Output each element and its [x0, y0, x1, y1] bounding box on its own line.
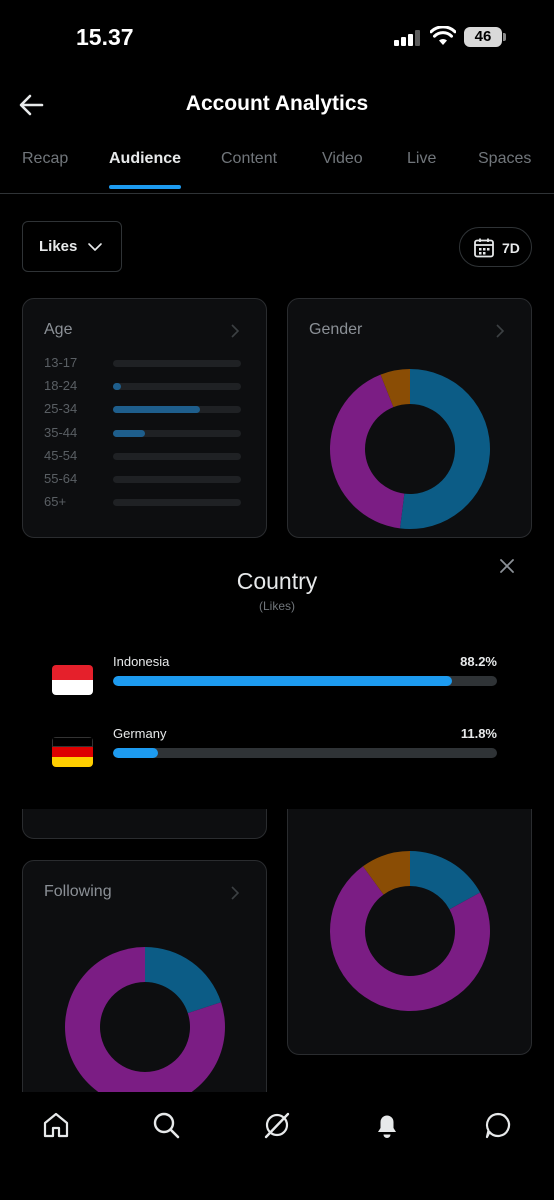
country-row-germany: Germany 11.8% — [0, 726, 554, 786]
age-row: 55-64 — [44, 469, 244, 489]
status-bar: 15.37 46 — [0, 0, 554, 70]
following-card[interactable]: Following — [22, 860, 267, 1120]
country-name: Indonesia — [113, 654, 170, 669]
battery-icon: 46 — [464, 27, 506, 47]
country-row-indonesia: Indonesia 88.2% — [0, 654, 554, 714]
age-bar-track — [113, 383, 241, 391]
age-row-label: 18-24 — [44, 378, 78, 394]
chevron-right-icon — [496, 324, 505, 338]
right-donut-chart — [330, 851, 490, 1011]
age-bar-track — [113, 476, 241, 483]
country-sheet-subtitle: (Likes) — [258, 599, 295, 613]
cellular-signal-icon — [394, 30, 422, 46]
date-range-button[interactable]: 7D — [459, 227, 532, 267]
country-bar-track — [113, 676, 497, 686]
chevron-down-icon — [88, 243, 102, 251]
messages-icon[interactable] — [483, 1110, 513, 1140]
chevron-right-icon — [231, 324, 240, 338]
tab-bar: Recap Audience Content Video Live Spaces — [0, 140, 554, 194]
age-bar-track — [113, 406, 241, 414]
age-row: 13-17 — [44, 353, 244, 373]
age-bar-fill — [113, 383, 121, 391]
metric-dropdown[interactable]: Likes — [22, 221, 122, 272]
metric-dropdown-label: Likes — [39, 238, 78, 255]
tab-content[interactable]: Content — [221, 150, 277, 168]
following-card-title: Following — [44, 883, 112, 900]
tab-live[interactable]: Live — [407, 150, 436, 168]
country-sheet-title: Country — [236, 568, 318, 594]
country-name: Germany — [113, 726, 167, 741]
date-range-label: 7D — [502, 240, 520, 256]
country-percent: 11.8% — [460, 726, 497, 741]
age-row: 45-54 — [44, 446, 244, 466]
age-card-title: Age — [44, 321, 73, 338]
age-bar-track — [113, 360, 241, 367]
gender-donut-chart — [330, 369, 490, 529]
age-bar-track — [113, 452, 241, 460]
status-time: 15.37 — [76, 24, 134, 50]
age-row-label: 35-44 — [44, 424, 78, 440]
age-row-label: 45-54 — [44, 447, 78, 463]
country-percent: 88.2% — [460, 654, 497, 669]
following-donut-chart — [64, 947, 225, 1107]
grok-icon[interactable] — [262, 1110, 292, 1140]
notifications-icon[interactable] — [372, 1110, 402, 1140]
age-row: 18-24 — [44, 376, 244, 396]
chevron-right-icon — [231, 886, 240, 900]
wifi-icon — [430, 26, 456, 45]
battery-level: 46 — [474, 28, 492, 45]
age-bar-track — [113, 429, 241, 437]
age-row: 35-44 — [44, 423, 244, 443]
age-row-label: 25-34 — [44, 401, 78, 417]
age-row-label: 65+ — [44, 494, 67, 510]
age-bar-fill — [113, 406, 201, 414]
bottom-nav — [0, 1092, 554, 1200]
country-sheet: Country (Likes) Indonesia 88.2% Germany … — [0, 538, 554, 809]
age-bar-fill — [113, 429, 145, 437]
close-icon[interactable] — [497, 556, 517, 576]
age-card[interactable]: Age 13-17 18-24 25-34 35-44 45-54 55-64 65+ — [22, 298, 267, 538]
tab-recap[interactable]: Recap — [22, 150, 68, 168]
page-title: Account Analytics — [185, 92, 369, 115]
following-slice — [145, 947, 222, 1014]
search-icon[interactable] — [151, 1110, 181, 1140]
gender-card[interactable]: Gender — [287, 298, 532, 538]
age-row-label: 55-64 — [44, 471, 78, 486]
country-bar-fill — [113, 748, 159, 758]
age-row: 65+ — [44, 492, 244, 512]
age-row: 25-34 — [44, 399, 244, 419]
tab-spaces[interactable]: Spaces — [478, 150, 531, 168]
age-row-label: 13-17 — [44, 355, 78, 370]
tab-audience[interactable]: Audience — [109, 150, 181, 168]
gender-slice — [399, 369, 490, 529]
calendar-icon — [474, 238, 494, 258]
country-bar-track — [113, 748, 497, 758]
header: Account Analytics — [0, 78, 554, 132]
country-bar-fill — [113, 676, 452, 686]
active-tab-indicator — [109, 185, 181, 189]
indonesia-flag-icon — [52, 665, 93, 695]
age-bar-track — [113, 499, 241, 507]
germany-flag-icon — [52, 737, 93, 767]
gender-card-title: Gender — [309, 321, 363, 338]
home-icon[interactable] — [41, 1110, 71, 1140]
tab-video[interactable]: Video — [322, 150, 363, 168]
